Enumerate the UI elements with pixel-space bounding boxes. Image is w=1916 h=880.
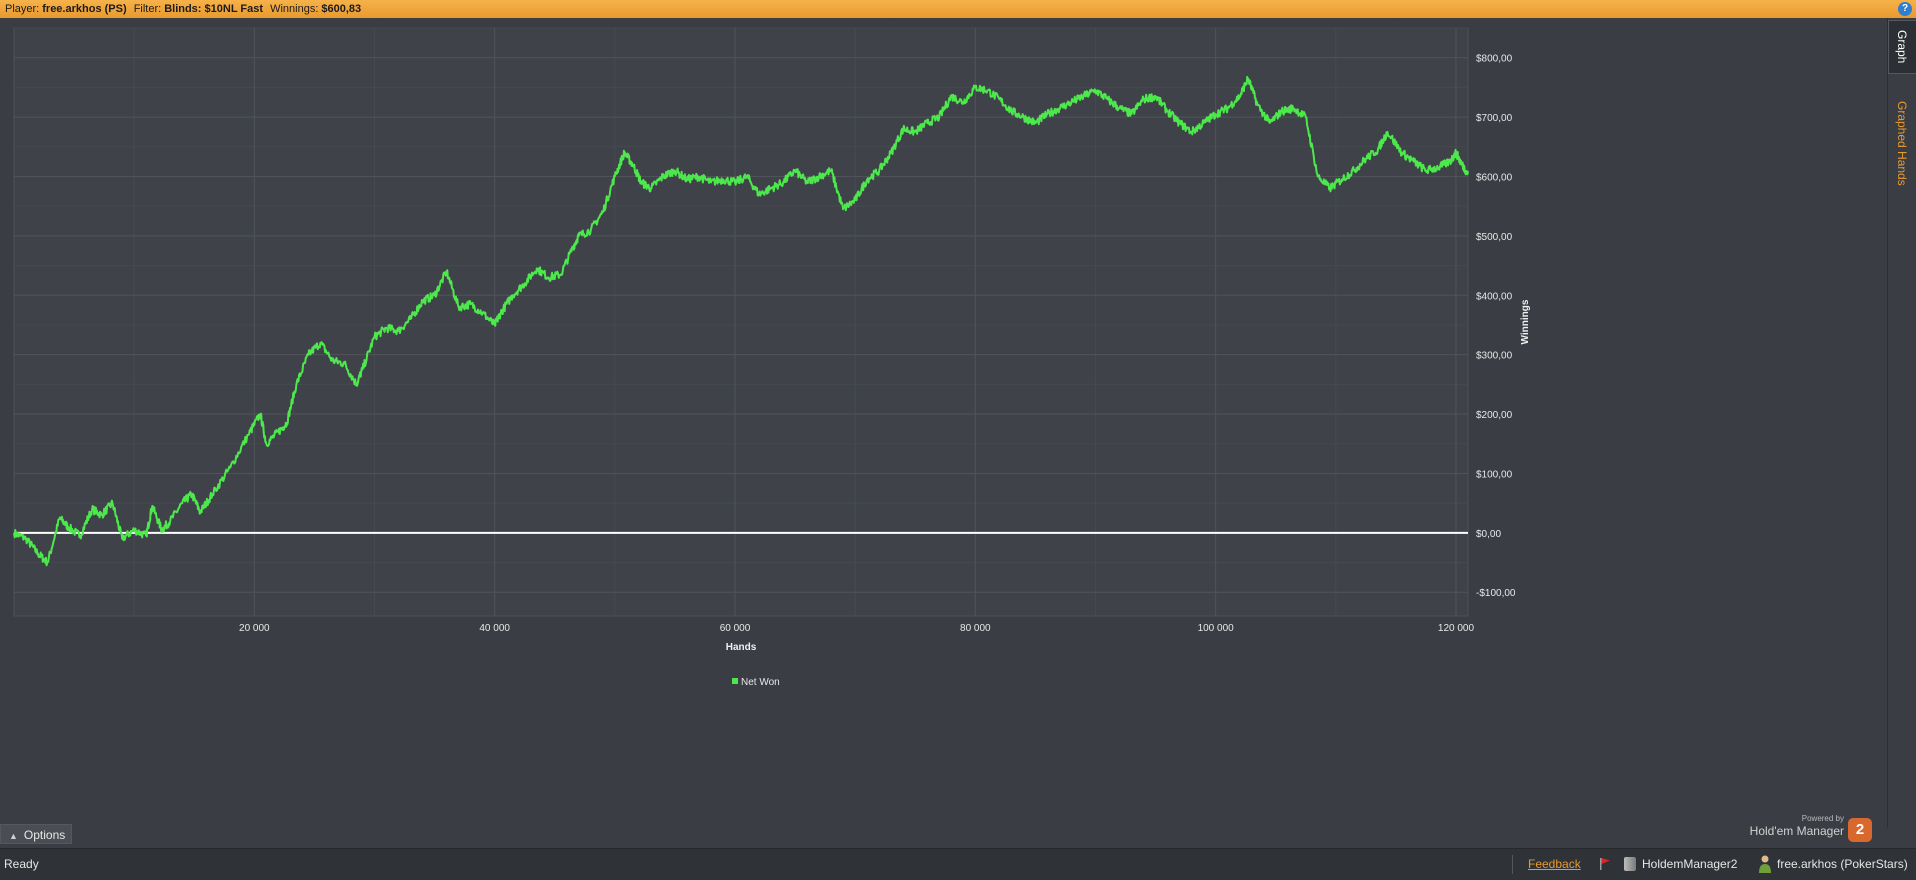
options-label: Options: [23, 828, 66, 842]
y-tick-label: $0,00: [1476, 529, 1501, 540]
player-value: free.arkhos (PS): [42, 3, 127, 15]
x-tick-label: 60 000: [720, 623, 751, 634]
x-tick-label: 120 000: [1438, 623, 1475, 634]
tab-graph[interactable]: Graph: [1888, 20, 1916, 74]
feedback-link[interactable]: Feedback: [1528, 849, 1581, 880]
flag-icon[interactable]: [1600, 858, 1610, 870]
user-icon: [1759, 855, 1771, 873]
x-tick-label: 40 000: [479, 623, 510, 634]
legend-label-net-won: Net Won: [741, 677, 780, 688]
filter-info-bar: Player: free.arkhos (PS) Filter: Blinds: $…: [0, 0, 1916, 18]
x-tick-label: 80 000: [960, 623, 991, 634]
chevron-up-icon: ▲: [9, 831, 18, 841]
status-text: Ready: [4, 857, 39, 871]
y-tick-label: -$100,00: [1476, 588, 1516, 599]
plot-area: [13, 27, 1469, 617]
x-axis-label: Hands: [726, 642, 757, 653]
x-tick-label: 20 000: [239, 623, 270, 634]
options-button[interactable]: ▲ Options: [0, 824, 72, 844]
player-label: Player:: [5, 3, 40, 15]
y-tick-label: $700,00: [1476, 113, 1513, 124]
y-tick-label: $100,00: [1476, 469, 1513, 480]
powered-by-logo: Powered by Hold'em Manager 2: [1740, 814, 1880, 844]
filter-label: Filter:: [133, 3, 162, 15]
side-tab-strip: Graph Graphed Hands: [1887, 18, 1916, 828]
y-tick-label: $200,00: [1476, 410, 1513, 421]
y-tick-label: $600,00: [1476, 172, 1513, 183]
y-tick-label: $800,00: [1476, 54, 1513, 65]
powered-by-text: Powered by: [1801, 814, 1844, 823]
x-axis-tick-labels: 20 000 40 000 60 000 80 000 100 000 120 000: [239, 623, 1474, 634]
y-axis-label: Winnings: [1520, 299, 1531, 344]
winnings-chart-svg: -$100,00 $0,00 $100,00 $200,00 $300,00 $400,0…: [13, 27, 1531, 688]
x-tick-label: 100 000: [1198, 623, 1235, 634]
status-bar: Ready Feedback HoldemManager2 free.arkho…: [0, 848, 1916, 880]
y-tick-label: $400,00: [1476, 291, 1513, 302]
powered-by-product: Hold'em Manager: [1749, 824, 1844, 838]
winnings-value: $600,83: [321, 3, 362, 15]
database-name[interactable]: HoldemManager2: [1642, 849, 1737, 880]
winnings-graph: -$100,00 $0,00 $100,00 $200,00 $300,00 $400,0…: [0, 18, 1886, 828]
filter-value: Blinds: $10NL Fast: [164, 3, 264, 15]
y-tick-label: $300,00: [1476, 351, 1513, 362]
status-divider: [1512, 855, 1513, 874]
database-icon: [1624, 857, 1636, 871]
user-name[interactable]: free.arkhos (PokerStars): [1777, 849, 1908, 880]
hm2-logo-icon: 2: [1848, 818, 1872, 842]
y-tick-label: $500,00: [1476, 232, 1513, 243]
legend-swatch-net-won: [732, 678, 738, 684]
y-axis-tick-labels: -$100,00 $0,00 $100,00 $200,00 $300,00 $400,0…: [1476, 54, 1516, 600]
tab-graphed-hands[interactable]: Graphed Hands: [1888, 88, 1916, 198]
winnings-label: Winnings:: [270, 3, 319, 15]
help-icon[interactable]: ?: [1898, 2, 1912, 16]
